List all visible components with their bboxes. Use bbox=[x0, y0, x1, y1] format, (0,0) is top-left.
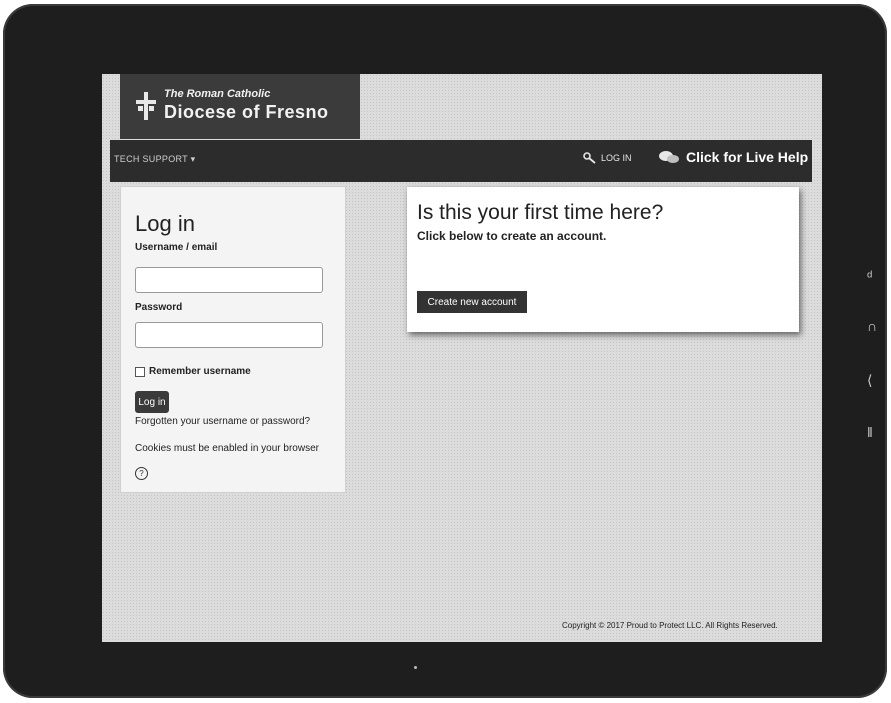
copyright-text: Copyright © 2017 Proud to Protect LLC. A… bbox=[562, 621, 778, 630]
forgot-password-link[interactable]: Forgotten your username or password? bbox=[135, 416, 310, 427]
key-icon bbox=[583, 152, 596, 164]
tech-support-menu[interactable]: TECH SUPPORT ▾ bbox=[114, 154, 195, 165]
cookies-notice: Cookies must be enabled in your browser bbox=[135, 443, 319, 454]
login-title: Log in bbox=[135, 211, 195, 236]
remember-label: Remember username bbox=[149, 366, 251, 377]
nav-login-link[interactable]: LOG IN bbox=[583, 152, 632, 164]
back-icon[interactable]: ⟨ bbox=[867, 372, 872, 389]
signup-title: Is this your first time here? bbox=[417, 201, 664, 224]
password-input[interactable] bbox=[135, 322, 323, 348]
username-input[interactable] bbox=[135, 267, 323, 293]
brand-subtitle: The Roman Catholic bbox=[164, 88, 271, 100]
browser-screen: The Roman Catholic Diocese of Fresno TEC… bbox=[102, 74, 822, 642]
nav-bar: TECH SUPPORT ▾ LOG IN Click for Live Hel… bbox=[110, 140, 812, 182]
site-banner[interactable]: The Roman Catholic Diocese of Fresno bbox=[120, 74, 360, 139]
chat-icon bbox=[659, 151, 679, 163]
username-label: Username / email bbox=[135, 242, 218, 253]
recent-apps-icon[interactable]: ‖ bbox=[867, 424, 873, 440]
home-icon[interactable]: ∩ bbox=[867, 318, 877, 334]
login-button[interactable]: Log in bbox=[135, 391, 169, 413]
password-label: Password bbox=[135, 302, 183, 313]
login-panel: Log in Username / email Password Remembe… bbox=[120, 186, 346, 493]
signup-panel: Is this your first time here? Click belo… bbox=[407, 187, 799, 332]
tablet-frame: The Roman Catholic Diocese of Fresno TEC… bbox=[3, 4, 887, 698]
live-help-button[interactable]: Click for Live Help bbox=[658, 149, 808, 165]
cross-logo-icon bbox=[136, 92, 156, 120]
signup-subtitle: Click below to create an account. bbox=[417, 229, 607, 243]
sound-icon[interactable]: ᵈ bbox=[867, 268, 872, 284]
create-account-button[interactable]: Create new account bbox=[417, 291, 527, 313]
brand-title: Diocese of Fresno bbox=[164, 102, 329, 122]
nav-login-label: LOG IN bbox=[601, 153, 632, 163]
remember-username[interactable]: Remember username bbox=[135, 366, 251, 377]
help-circle-icon[interactable]: ? bbox=[135, 467, 148, 480]
live-help-label: Click for Live Help bbox=[686, 149, 809, 165]
remember-checkbox[interactable] bbox=[135, 366, 145, 377]
camera-dot bbox=[414, 666, 417, 669]
